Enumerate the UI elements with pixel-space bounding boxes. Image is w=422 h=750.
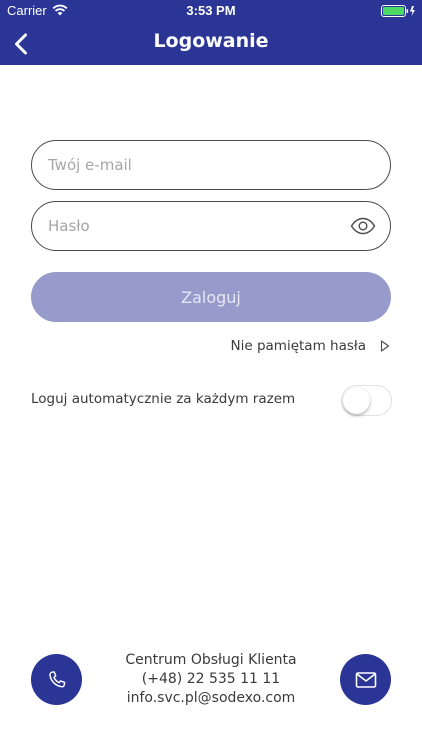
forgot-password-link[interactable]: Nie pamiętam hasła: [231, 338, 390, 354]
auto-login-label: Loguj automatycznie za każdym razem: [31, 391, 296, 407]
password-field[interactable]: [31, 201, 391, 251]
play-arrow-icon: [380, 340, 390, 352]
email-input[interactable]: [48, 141, 348, 189]
call-button[interactable]: [31, 654, 82, 705]
status-bar: Carrier 3:53 PM: [0, 0, 422, 22]
customer-service-phone: (+48) 22 535 11 11: [141, 671, 281, 687]
forgot-password-label: Nie pamiętam hasła: [230, 338, 366, 354]
envelope-icon: [355, 671, 376, 688]
customer-service-info: Centrum Obsługi Klienta (+48) 22 535 11 …: [100, 651, 322, 708]
toggle-knob: [343, 387, 370, 414]
customer-service-email: info.svc.pl@sodexo.com: [126, 690, 296, 706]
password-input[interactable]: [48, 202, 348, 250]
email-button[interactable]: [340, 654, 391, 705]
status-time: 3:53 PM: [186, 3, 236, 18]
app-header: Carrier 3:53 PM Logowanie: [0, 0, 422, 65]
eye-icon[interactable]: [350, 216, 376, 236]
page-title: Logowanie: [153, 30, 269, 52]
customer-service-title: Centrum Obsługi Klienta: [125, 652, 297, 668]
auto-login-toggle[interactable]: [341, 385, 392, 416]
login-button-label: Zaloguj: [181, 287, 241, 307]
battery-icon: [381, 5, 415, 17]
email-field[interactable]: [31, 140, 391, 190]
login-button[interactable]: Zaloguj: [31, 272, 391, 322]
phone-icon: [48, 670, 65, 687]
